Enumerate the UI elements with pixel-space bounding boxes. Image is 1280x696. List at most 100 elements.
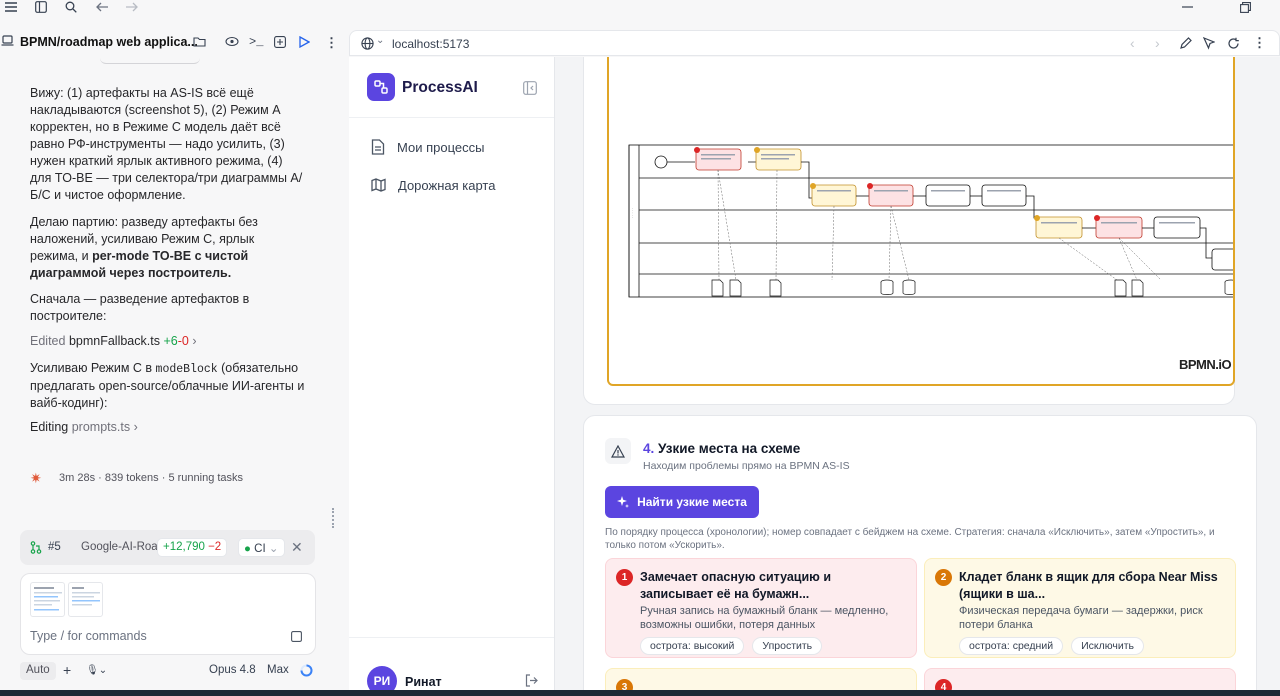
bottleneck-card-2[interactable]: 2 Кладет бланк в ящик для сбора Near Mis… bbox=[924, 558, 1236, 658]
folder-icon[interactable] bbox=[193, 36, 206, 47]
edit-tool-call[interactable]: Edited bpmnFallback.ts +6-0 › bbox=[30, 333, 305, 350]
scrollbar-handle[interactable] bbox=[332, 508, 337, 528]
pencil-icon[interactable] bbox=[1179, 37, 1192, 50]
eye-icon[interactable] bbox=[225, 36, 239, 47]
bottleneck-title: Кладет бланк в ящик для сбора Near Miss … bbox=[959, 570, 1218, 601]
ci-status-dropdown[interactable]: ● CI ⌄ bbox=[238, 538, 285, 557]
plus-icon[interactable]: + bbox=[63, 662, 71, 678]
more-vert-icon[interactable]: ⋮ bbox=[325, 35, 338, 51]
status-line: 3m 28s · 839 tokens · 5 running tasks bbox=[59, 472, 244, 484]
laptop-icon bbox=[1, 35, 14, 46]
pr-number: #5 bbox=[48, 541, 61, 553]
bpmn-card: . . . . . BPMN.iO bbox=[583, 57, 1235, 405]
bottleneck-badge: 1 bbox=[616, 569, 633, 586]
pull-request-icon bbox=[30, 541, 42, 554]
effort-selector[interactable]: Max bbox=[267, 664, 289, 676]
section-title: Узкие места на схеме bbox=[658, 441, 801, 456]
more-vert-icon[interactable]: ⋮ bbox=[1253, 35, 1266, 51]
back-nav-icon[interactable]: ‹ bbox=[1130, 35, 1135, 51]
pr-plus: +12,790 bbox=[163, 541, 205, 553]
editing-file: prompts.ts bbox=[71, 420, 131, 434]
edited-label: Edited bbox=[30, 334, 66, 348]
add-box-icon[interactable] bbox=[274, 36, 286, 48]
bottleneck-card-4[interactable]: 4 bbox=[924, 668, 1236, 690]
ci-dot-icon: ● bbox=[244, 543, 251, 555]
divider bbox=[349, 117, 554, 118]
browser-preview-panel: ⌄ localhost:5173 ‹ › ⋮ ProcessAI Мои про… bbox=[349, 30, 1280, 696]
model-selector[interactable]: Opus 4.8 bbox=[209, 664, 256, 676]
sparkle-icon bbox=[617, 496, 630, 508]
action-tag: Исключить bbox=[1071, 637, 1144, 655]
user-name: Ринат bbox=[405, 675, 442, 689]
message-4-text-a: Усиливаю Режим C в bbox=[30, 361, 156, 375]
minimize-icon[interactable] bbox=[1176, 0, 1198, 14]
bottleneck-badge: 3 bbox=[616, 679, 633, 690]
stop-square-icon[interactable] bbox=[291, 631, 302, 642]
assistant-message-3: Сначала — разведение артефактов в постро… bbox=[30, 292, 250, 323]
svg-text:. . . . .: . . . . . bbox=[629, 208, 634, 218]
nav-label: Дорожная карта bbox=[398, 177, 496, 193]
session-title[interactable]: BPMN/roadmap web applica... bbox=[20, 35, 198, 49]
bottleneck-card-1[interactable]: 1 Замечает опасную ситуацию и записывает… bbox=[605, 558, 917, 658]
forward-arrow-icon[interactable] bbox=[120, 0, 142, 14]
agent-chat-panel: BPMN/roadmap web applica... >_ ⋮ Вижу: (… bbox=[0, 30, 341, 690]
pr-minus: −2 bbox=[208, 541, 222, 553]
chat-header: BPMN/roadmap web applica... >_ ⋮ bbox=[0, 30, 341, 56]
prompt-placeholder[interactable]: Type / for commands bbox=[30, 629, 147, 643]
mode-selector[interactable]: Auto bbox=[20, 662, 56, 680]
bottleneck-card-3[interactable]: 3 bbox=[605, 668, 917, 690]
nav-label: Мои процессы bbox=[397, 139, 485, 155]
app-name: ProcessAI bbox=[402, 79, 478, 96]
severity-tag: острота: высокий bbox=[640, 637, 745, 655]
action-tag: Упростить bbox=[752, 637, 823, 655]
bottleneck-badge: 4 bbox=[935, 679, 952, 690]
bottleneck-badge: 2 bbox=[935, 569, 952, 586]
section-number: 4. bbox=[643, 441, 655, 456]
severity-tag: острота: средний bbox=[959, 637, 1064, 655]
cursor-select-icon[interactable] bbox=[1203, 37, 1215, 50]
assistant-message-2: Делаю партию: разведу артефакты без нало… bbox=[30, 214, 305, 282]
bpmn-canvas[interactable]: . . . . . BPMN.iO bbox=[607, 57, 1235, 386]
assistant-message-4: Усиливаю Режим C в modeBlock (обязательн… bbox=[30, 360, 305, 412]
context-ring-icon bbox=[300, 664, 313, 677]
bpmn-io-watermark[interactable]: BPMN.iO bbox=[1179, 357, 1232, 372]
menu-icon[interactable] bbox=[0, 0, 22, 14]
chevron-right-icon: › bbox=[133, 420, 138, 434]
message-4-code: modeBlock bbox=[155, 363, 218, 376]
nav-my-processes[interactable]: Мои процессы bbox=[371, 135, 484, 159]
taskbar-edge bbox=[0, 690, 1280, 696]
back-arrow-icon[interactable] bbox=[91, 0, 113, 14]
mic-icon[interactable]: 🎙︎⌄ bbox=[86, 665, 107, 676]
edited-file: bpmnFallback.ts bbox=[68, 334, 160, 348]
assistant-message-1: Вижу: (1) артефакты на AS-IS всё ещё нак… bbox=[30, 86, 303, 202]
search-icon[interactable] bbox=[60, 0, 82, 14]
editing-tool-call[interactable]: Editing prompts.ts › bbox=[30, 419, 305, 436]
divider bbox=[349, 637, 554, 638]
logo-icon bbox=[367, 73, 395, 101]
prompt-input-box[interactable]: Type / for commands bbox=[20, 573, 316, 655]
globe-icon[interactable] bbox=[361, 37, 374, 50]
pr-status-bar[interactable]: #5 Google-AI-Roa +12,790 −2 ● CI ⌄ ✕ bbox=[20, 530, 315, 565]
sidebar-icon[interactable] bbox=[30, 0, 52, 14]
diff-minus: -0 bbox=[177, 334, 189, 348]
attachment-thumbnail-2[interactable] bbox=[68, 582, 103, 617]
logout-icon[interactable] bbox=[525, 674, 539, 687]
strategy-hint: По порядку процесса (хронологии); номер … bbox=[605, 527, 1215, 551]
play-icon[interactable] bbox=[299, 36, 310, 48]
chevron-down-icon[interactable]: ⌄ bbox=[376, 35, 384, 46]
section-heading: 4. Узкие места на схеме bbox=[643, 441, 800, 456]
bottlenecks-section: 4. Узкие места на схеме Находим проблемы… bbox=[583, 415, 1257, 690]
spinner-star-icon: ✷ bbox=[30, 470, 42, 486]
warning-icon bbox=[605, 438, 631, 464]
close-icon[interactable]: ✕ bbox=[291, 539, 303, 556]
processai-app: ProcessAI Мои процессы Дорожная карта РИ… bbox=[349, 57, 1280, 696]
collapse-sidebar-icon[interactable] bbox=[523, 81, 537, 95]
url-text[interactable]: localhost:5173 bbox=[392, 37, 469, 51]
reload-icon[interactable] bbox=[1227, 37, 1240, 50]
nav-roadmap[interactable]: Дорожная карта bbox=[371, 173, 495, 197]
terminal-icon[interactable]: >_ bbox=[249, 35, 263, 49]
forward-nav-icon[interactable]: › bbox=[1155, 35, 1160, 51]
find-bottlenecks-button[interactable]: Найти узкие места bbox=[605, 486, 759, 518]
restore-window-icon[interactable] bbox=[1234, 0, 1256, 14]
attachment-thumbnail-1[interactable] bbox=[30, 582, 65, 617]
